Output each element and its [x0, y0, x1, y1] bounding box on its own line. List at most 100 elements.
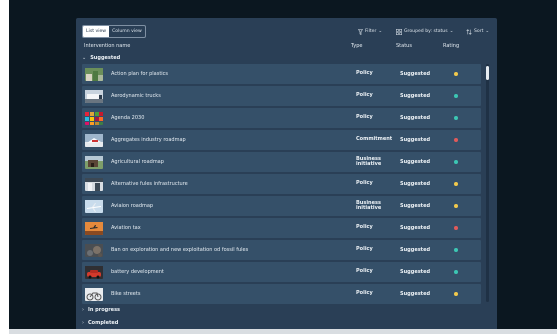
rating-dot	[454, 248, 458, 252]
item-status: Suggested	[400, 71, 431, 77]
item-status: Suggested	[400, 203, 431, 209]
grouped-by-button[interactable]: Grouped by: status ⌄	[396, 29, 453, 35]
item-name: Agenda 2030	[111, 115, 145, 121]
item-status: Suggested	[400, 159, 431, 165]
rating-dot	[454, 116, 458, 120]
list-item[interactable]: battery development Policy Suggested	[82, 262, 481, 282]
item-type: Policy	[356, 290, 373, 297]
chevron-right-icon: ›	[82, 307, 84, 313]
group-header-suggested[interactable]: ⌄ Suggested	[82, 54, 120, 63]
list-item[interactable]: Alternative fules infrastructure Policy …	[82, 174, 481, 194]
item-name: Ban on exploration and new exploitation …	[111, 247, 249, 253]
rating-dot	[454, 204, 458, 208]
item-type: Policy	[356, 114, 373, 121]
item-type: Business initiative	[356, 155, 382, 167]
filter-button[interactable]: Filter ⌄	[358, 29, 382, 35]
item-status: Suggested	[400, 115, 431, 121]
item-name: Aggregates industry roadmap	[111, 137, 186, 143]
chevron-down-icon: ⌄	[485, 29, 490, 34]
chevron-right-icon: ›	[82, 320, 84, 326]
item-name: Agricultural roadmap	[111, 159, 164, 165]
filter-label: Filter	[365, 29, 377, 34]
rating-dot	[454, 138, 458, 142]
item-status: Suggested	[400, 269, 431, 275]
scrollbar-track[interactable]	[486, 64, 489, 302]
list-item[interactable]: Bike streets Policy Suggested	[82, 284, 481, 304]
column-header-name[interactable]: Intervention name	[84, 42, 130, 50]
item-name: battery development	[111, 269, 164, 275]
item-thumbnail	[85, 111, 103, 125]
item-type: Commitment	[356, 136, 393, 143]
column-header-rating[interactable]: Rating	[443, 42, 459, 50]
item-type: Policy	[356, 92, 373, 99]
item-thumbnail	[85, 133, 103, 147]
item-name: Alternative fules infrastructure	[111, 181, 188, 187]
group-header-in-progress[interactable]: › In progress	[82, 306, 120, 315]
group-label: Completed	[88, 320, 119, 326]
rating-dot	[454, 182, 458, 186]
item-status: Suggested	[400, 247, 431, 253]
rating-dot	[454, 72, 458, 76]
group-label: In progress	[88, 307, 121, 313]
item-type: Policy	[356, 246, 373, 253]
chevron-down-icon: ⌄	[378, 29, 383, 34]
list-item[interactable]: Aerodynamic trucks Policy Suggested	[82, 86, 481, 106]
view-toggle: List view Column view	[82, 25, 146, 38]
group-label: Suggested	[90, 55, 121, 61]
item-thumbnail	[85, 89, 103, 103]
item-status: Suggested	[400, 181, 431, 187]
scrollbar-thumb[interactable]	[486, 66, 489, 80]
column-header-status[interactable]: Status	[396, 42, 412, 50]
item-thumbnail	[85, 177, 103, 191]
list-item[interactable]: Action plan for plastics Policy Suggeste…	[82, 64, 481, 84]
sort-button[interactable]: Sort ⌄	[466, 29, 489, 35]
item-thumbnail	[85, 221, 103, 235]
list-item[interactable]: Agenda 2030 Policy Suggested	[82, 108, 481, 128]
item-status: Suggested	[400, 291, 431, 297]
list-item[interactable]: Aviation tax Policy Suggested	[82, 218, 481, 238]
column-headers: Intervention name Type Status Rating	[76, 42, 497, 50]
sort-label: Sort	[474, 29, 484, 34]
chevron-down-icon: ⌄	[449, 29, 454, 34]
item-type: Policy	[356, 268, 373, 275]
item-status: Suggested	[400, 225, 431, 231]
left-window-edge	[0, 0, 9, 334]
item-thumbnail	[85, 287, 103, 301]
chevron-down-icon: ⌄	[82, 55, 87, 61]
rating-dot	[454, 160, 458, 164]
column-header-type[interactable]: Type	[351, 42, 362, 50]
item-type: Policy	[356, 180, 373, 187]
bottom-window-edge	[9, 329, 557, 334]
item-status: Suggested	[400, 93, 431, 99]
grid-icon	[396, 29, 402, 35]
item-thumbnail	[85, 155, 103, 169]
item-name: Aviation tax	[111, 225, 141, 231]
column-view-button[interactable]: Column view	[109, 26, 145, 37]
list-item[interactable]: Ban on exploration and new exploitation …	[82, 240, 481, 260]
grouped-by-label: Grouped by: status	[404, 29, 448, 34]
rating-dot	[454, 270, 458, 274]
rating-dot	[454, 226, 458, 230]
interventions-panel: List view Column view Filter ⌄ Grouped b…	[76, 18, 497, 334]
list-item[interactable]: Aviaion roadmap Business initiative Sugg…	[82, 196, 481, 216]
list-item[interactable]: Agricultural roadmap Business initiative…	[82, 152, 481, 172]
filter-icon	[358, 29, 363, 35]
rating-dot	[454, 94, 458, 98]
item-status: Suggested	[400, 137, 431, 143]
item-thumbnail	[85, 67, 103, 81]
list-view-button[interactable]: List view	[83, 26, 110, 37]
item-thumbnail	[85, 199, 103, 213]
item-thumbnail	[85, 265, 103, 279]
list-item[interactable]: Aggregates industry roadmap Commitment S…	[82, 130, 481, 150]
item-type: Business initiative	[356, 199, 382, 211]
item-thumbnail	[85, 243, 103, 257]
item-name: Aerodynamic trucks	[111, 93, 161, 99]
rating-dot	[454, 292, 458, 296]
item-name: Bike streets	[111, 291, 141, 297]
item-name: Action plan for plastics	[111, 71, 169, 77]
item-type: Policy	[356, 224, 373, 231]
group-header-completed[interactable]: › Completed	[82, 319, 118, 328]
item-type: Policy	[356, 70, 373, 77]
sort-icon	[466, 29, 472, 35]
item-name: Aviaion roadmap	[111, 203, 154, 209]
